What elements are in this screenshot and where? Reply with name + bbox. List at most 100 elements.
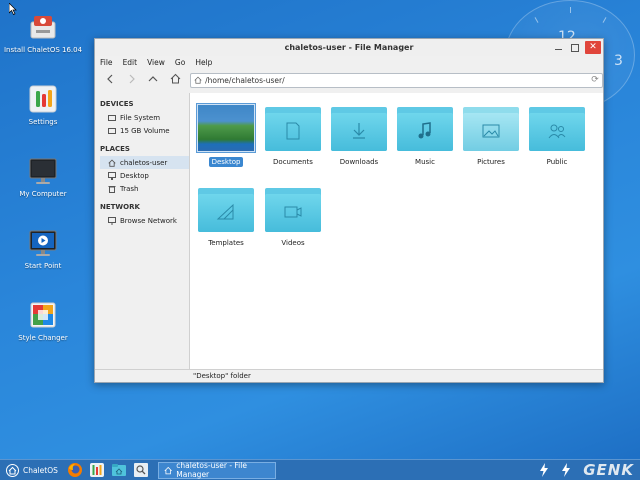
monitor-icon bbox=[28, 156, 58, 186]
file-name: Downloads bbox=[339, 158, 379, 166]
desktop-icon-start-point[interactable]: Start Point bbox=[3, 228, 83, 271]
desktop-icon-settings[interactable]: Settings bbox=[3, 84, 83, 127]
menu-go[interactable]: Go bbox=[175, 56, 185, 69]
window-controls: ✕ bbox=[553, 41, 601, 54]
file-name: Templates bbox=[208, 239, 244, 247]
sidebar-item-file-system[interactable]: File System bbox=[100, 111, 189, 124]
minimize-button[interactable] bbox=[553, 42, 564, 53]
menu-bar: File Edit View Go Help bbox=[95, 56, 603, 69]
installer-icon bbox=[28, 12, 58, 42]
maximize-button[interactable] bbox=[569, 42, 580, 53]
file-item-music[interactable]: Music bbox=[392, 103, 458, 167]
lightning-icon[interactable] bbox=[561, 463, 571, 477]
launcher-file-manager[interactable] bbox=[108, 460, 130, 480]
toolbar: /home/chaletos-user/ ⟳ bbox=[95, 69, 604, 91]
file-item-documents[interactable]: Documents bbox=[260, 103, 326, 167]
search-icon bbox=[133, 463, 148, 477]
clock-number-3: 3 bbox=[614, 53, 623, 69]
sidebar-item-label: chaletos-user bbox=[120, 158, 168, 167]
file-name: Music bbox=[415, 158, 435, 166]
start-point-icon bbox=[28, 228, 58, 258]
sidebar-item-label: File System bbox=[120, 113, 161, 122]
file-name: Videos bbox=[281, 239, 305, 247]
location-bar[interactable]: /home/chaletos-user/ ⟳ bbox=[190, 72, 604, 88]
sidebar-heading-places: PLACES bbox=[100, 145, 130, 153]
folder-pictures-icon bbox=[463, 103, 519, 153]
folder-templates-icon bbox=[198, 184, 254, 234]
folder-videos-icon bbox=[265, 184, 321, 234]
trash-icon bbox=[108, 185, 116, 193]
file-view: Desktop Documents Downloads Music Pictur… bbox=[190, 93, 603, 369]
desktop-icon-label: My Computer bbox=[19, 190, 67, 198]
chevron-left-icon bbox=[107, 74, 113, 84]
sidebar-item-trash[interactable]: Trash bbox=[100, 182, 189, 195]
sidebar-item-label: 15 GB Volume bbox=[120, 126, 170, 135]
menu-view[interactable]: View bbox=[147, 56, 165, 69]
style-changer-icon bbox=[28, 300, 58, 330]
sidebar-item-home[interactable]: chaletos-user bbox=[100, 156, 189, 169]
status-text: "Desktop" folder bbox=[193, 372, 251, 380]
file-item-public[interactable]: Public bbox=[524, 103, 590, 167]
folder-downloads-icon bbox=[331, 103, 387, 153]
reload-icon[interactable]: ⟳ bbox=[588, 75, 602, 85]
file-manager-window: chaletos-user - File Manager ✕ File Edit… bbox=[94, 38, 604, 383]
window-body: DEVICES File System 15 GB Volume PLACES … bbox=[95, 93, 603, 369]
sidebar-item-label: Browse Network bbox=[120, 216, 177, 225]
folder-documents-icon bbox=[265, 103, 321, 153]
file-item-downloads[interactable]: Downloads bbox=[326, 103, 392, 167]
back-button[interactable] bbox=[101, 71, 119, 89]
drive-icon bbox=[108, 127, 116, 135]
menu-file[interactable]: File bbox=[100, 56, 113, 69]
start-label: ChaletOS bbox=[23, 465, 58, 475]
close-button[interactable]: ✕ bbox=[585, 41, 601, 54]
taskbar-task-file-manager[interactable]: chaletos-user - File Manager bbox=[157, 461, 276, 479]
start-menu-button[interactable]: ChaletOS bbox=[0, 460, 64, 480]
folder-public-icon bbox=[529, 103, 585, 153]
file-item-pictures[interactable]: Pictures bbox=[458, 103, 524, 167]
home-icon bbox=[164, 466, 172, 474]
chaletos-home-icon bbox=[6, 463, 19, 477]
desktop-icon-my-computer[interactable]: My Computer bbox=[3, 156, 83, 199]
up-button[interactable] bbox=[145, 71, 163, 89]
genk-watermark: GENK bbox=[583, 461, 634, 479]
forward-button[interactable] bbox=[123, 71, 141, 89]
task-label: chaletos-user - File Manager bbox=[176, 461, 247, 479]
file-item-templates[interactable]: Templates bbox=[193, 184, 259, 248]
window-titlebar[interactable]: chaletos-user - File Manager ✕ bbox=[95, 39, 603, 56]
desktop-icon-install[interactable]: Install ChaletOS 16.04 bbox=[3, 12, 83, 55]
file-name: Documents bbox=[273, 158, 313, 166]
status-bar: "Desktop" folder bbox=[95, 369, 603, 382]
chevron-right-icon bbox=[129, 74, 135, 84]
home-folder-icon bbox=[194, 76, 202, 84]
home-button[interactable] bbox=[166, 71, 184, 89]
sidebar-item-desktop[interactable]: Desktop bbox=[100, 169, 189, 182]
menu-edit[interactable]: Edit bbox=[123, 56, 138, 69]
sidebar-item-label: Trash bbox=[120, 184, 139, 193]
file-item-videos[interactable]: Videos bbox=[260, 184, 326, 248]
clock-tick bbox=[570, 7, 571, 13]
file-name: Pictures bbox=[477, 158, 505, 166]
settings-icon bbox=[89, 463, 104, 477]
desktop-icon-style-changer[interactable]: Style Changer bbox=[3, 300, 83, 343]
folder-music-icon bbox=[397, 103, 453, 153]
clock-tick bbox=[534, 17, 539, 23]
sidebar-item-browse-network[interactable]: Browse Network bbox=[100, 214, 189, 227]
desktop-icon-label: Install ChaletOS 16.04 bbox=[3, 46, 83, 54]
launcher-search[interactable] bbox=[130, 460, 152, 480]
side-pane: DEVICES File System 15 GB Volume PLACES … bbox=[95, 93, 190, 369]
launcher-firefox[interactable] bbox=[64, 460, 86, 480]
firefox-icon bbox=[67, 463, 82, 477]
file-name: Desktop bbox=[208, 157, 244, 167]
desktop-icon-label: Start Point bbox=[24, 262, 62, 270]
sidebar-item-volume[interactable]: 15 GB Volume bbox=[100, 124, 189, 137]
launcher-settings[interactable] bbox=[86, 460, 108, 480]
sidebar-item-label: Desktop bbox=[120, 171, 149, 180]
sidebar-heading-devices: DEVICES bbox=[100, 100, 134, 108]
menu-help[interactable]: Help bbox=[195, 56, 212, 69]
location-path: /home/chaletos-user/ bbox=[205, 75, 285, 85]
desktop-thumbnail bbox=[196, 103, 256, 153]
file-item-desktop[interactable]: Desktop bbox=[193, 103, 259, 167]
window-title: chaletos-user - File Manager bbox=[284, 43, 414, 52]
drive-icon bbox=[108, 114, 116, 122]
lightning-icon[interactable] bbox=[539, 463, 549, 477]
